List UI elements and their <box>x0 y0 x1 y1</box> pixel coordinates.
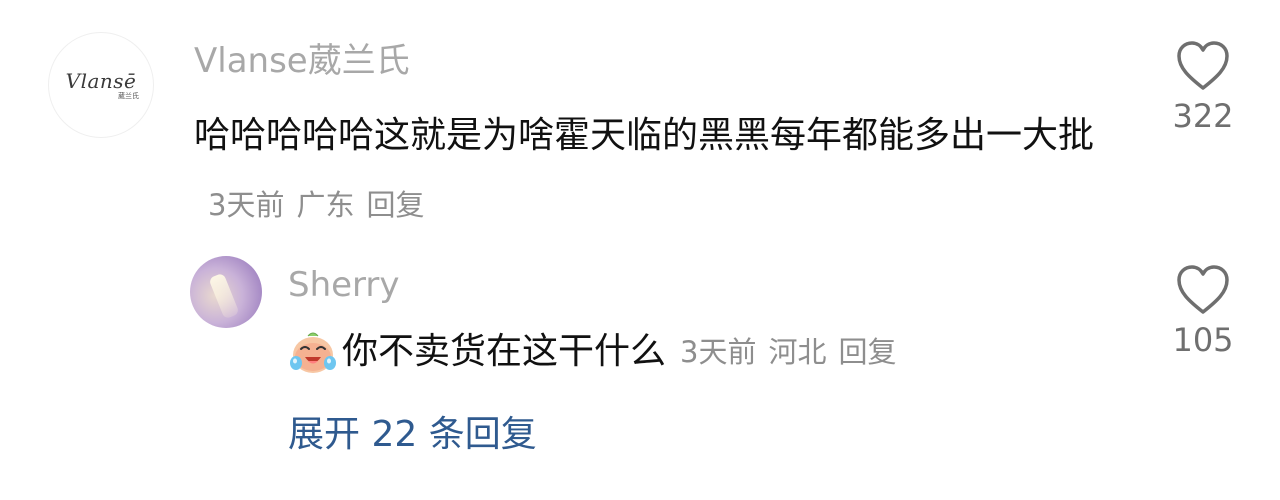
comment-like: 322 <box>1158 40 1248 132</box>
reply-time: 3天前 <box>680 335 757 369</box>
like-count: 322 <box>1172 97 1234 135</box>
reply-like: 105 <box>1158 264 1248 356</box>
heart-outline-icon[interactable] <box>1175 40 1231 92</box>
reply-meta: 3天前 河北 回复 <box>680 320 896 384</box>
laughing-crying-emoji-icon <box>290 332 336 373</box>
replier-avatar[interactable] <box>190 256 262 328</box>
brand-logo-subtext: 葳兰氏 <box>118 91 139 100</box>
replier-username[interactable]: Sherry <box>288 268 400 302</box>
comment-meta: 3天前 广东 回复 <box>208 188 424 222</box>
reply-text: 你不卖货在这干什么 <box>342 331 667 372</box>
commenter-username[interactable]: Vlanse葳兰氏 <box>194 44 410 78</box>
expand-replies-link[interactable]: 展开 22 条回复 <box>288 410 537 460</box>
reply-location: 河北 <box>768 335 827 369</box>
avatar-light-streak <box>208 272 240 320</box>
commenter-avatar[interactable]: Vlansē 葳兰氏 <box>48 32 154 138</box>
reply-reply-button[interactable]: 回复 <box>838 335 896 369</box>
reply-body: 你不卖货在这干什么 3天前 河北 回复 <box>288 320 897 384</box>
like-count: 105 <box>1172 321 1234 359</box>
comment-time: 3天前 <box>208 188 285 222</box>
comment-location: 广东 <box>296 188 355 222</box>
brand-logo-text: Vlansē <box>65 68 137 93</box>
comment-body: 哈哈哈哈哈这就是为啥霍天临的黑黑每年都能多出一大批 3天前 广东 回复 <box>194 102 1114 239</box>
heart-outline-icon[interactable] <box>1175 264 1231 316</box>
comment-reply-button[interactable]: 回复 <box>366 188 424 222</box>
comment-text: 哈哈哈哈哈这就是为啥霍天临的黑黑每年都能多出一大批 <box>194 115 1095 156</box>
